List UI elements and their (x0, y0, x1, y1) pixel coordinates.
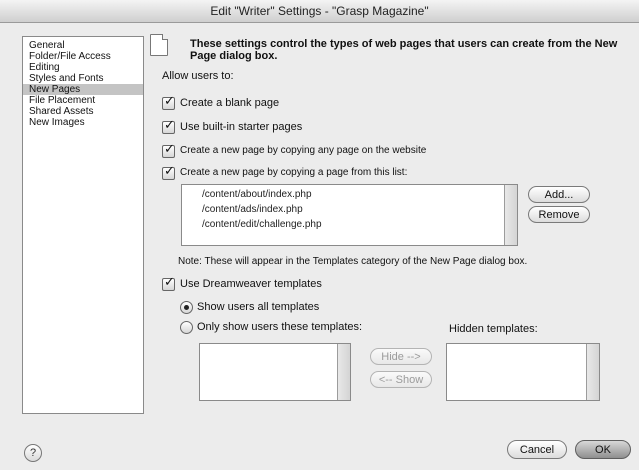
page-list[interactable]: /content/about/index.php /content/ads/in… (181, 184, 518, 246)
dreamweaver-templates-label: Use Dreamweaver templates (180, 278, 322, 290)
sidebar-item-file-placement[interactable]: File Placement (23, 95, 143, 106)
shown-templates-list[interactable] (199, 343, 351, 401)
hide-button[interactable]: Hide --> (370, 348, 432, 365)
cancel-button[interactable]: Cancel (507, 440, 567, 459)
checkmark-icon: ✓ (164, 93, 175, 108)
sidebar-item-editing[interactable]: Editing (23, 62, 143, 73)
show-button[interactable]: <-- Show (370, 371, 432, 388)
sidebar-item-folder-file-access[interactable]: Folder/File Access (23, 51, 143, 62)
starter-pages-checkbox[interactable]: ✓ (162, 117, 175, 134)
sidebar-item-styles-and-fonts[interactable]: Styles and Fonts (23, 73, 143, 84)
window-title: Edit "Writer" Settings - "Grasp Magazine… (0, 0, 639, 23)
list-item[interactable]: /content/edit/challenge.php (202, 219, 322, 230)
templates-note: Note: These will appear in the Templates… (178, 256, 528, 267)
page-list-scrollbar[interactable] (504, 185, 517, 245)
copy-any-page-checkbox[interactable]: ✓ (162, 141, 175, 158)
blank-page-label: Create a blank page (180, 97, 280, 109)
add-button[interactable]: Add... (528, 186, 590, 203)
copy-from-list-label: Create a new page by copying a page from… (180, 167, 408, 178)
checkmark-icon: ✓ (164, 163, 175, 178)
checkmark-icon: ✓ (164, 274, 175, 289)
intro-text: These settings control the types of web … (190, 38, 618, 62)
new-page-icon (150, 34, 168, 56)
category-list[interactable]: General Folder/File Access Editing Style… (22, 36, 144, 414)
copy-any-page-label: Create a new page by copying any page on… (180, 145, 427, 156)
help-button[interactable]: ? (24, 444, 42, 462)
hidden-templates-label: Hidden templates: (449, 323, 538, 335)
starter-pages-label: Use built-in starter pages (180, 121, 303, 133)
show-these-templates-label: Only show users these templates: (197, 321, 363, 333)
checkmark-icon: ✓ (164, 141, 175, 156)
sidebar-item-shared-assets[interactable]: Shared Assets (23, 106, 143, 117)
show-these-templates-radio[interactable] (180, 321, 193, 334)
dreamweaver-templates-checkbox[interactable]: ✓ (162, 274, 175, 291)
checkmark-icon: ✓ (164, 117, 175, 132)
shown-templates-scrollbar[interactable] (337, 344, 350, 400)
show-all-templates-radio[interactable] (180, 301, 193, 314)
hidden-templates-scrollbar[interactable] (586, 344, 599, 400)
hidden-templates-list[interactable] (446, 343, 600, 401)
sidebar-item-general[interactable]: General (23, 40, 143, 51)
ok-button[interactable]: OK (575, 440, 631, 459)
sidebar-item-new-images[interactable]: New Images (23, 117, 143, 128)
allow-users-label: Allow users to: (162, 70, 234, 82)
list-item[interactable]: /content/ads/index.php (202, 204, 303, 215)
show-all-templates-label: Show users all templates (197, 301, 320, 313)
list-item[interactable]: /content/about/index.php (202, 189, 312, 200)
remove-button[interactable]: Remove (528, 206, 590, 223)
blank-page-checkbox[interactable]: ✓ (162, 93, 175, 110)
copy-from-list-checkbox[interactable]: ✓ (162, 163, 175, 180)
sidebar-item-new-pages[interactable]: New Pages (23, 84, 143, 95)
